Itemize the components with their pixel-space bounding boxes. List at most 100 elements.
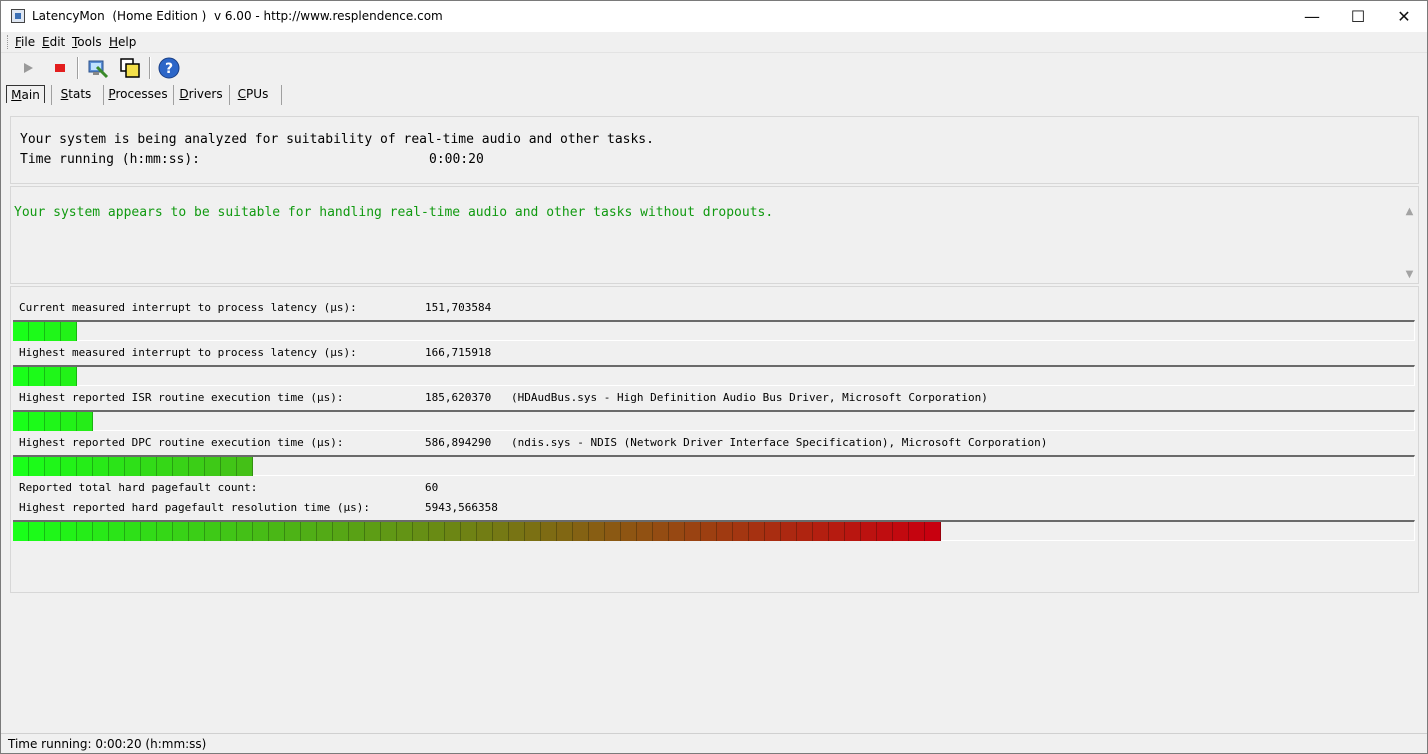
windows-button[interactable]	[117, 56, 143, 80]
bar-segment	[77, 412, 93, 431]
bar-segment	[45, 412, 61, 431]
bar-segment	[749, 522, 765, 541]
metric-bar	[13, 455, 1415, 476]
svg-text:?: ?	[165, 61, 173, 77]
bar-segment	[637, 522, 653, 541]
menu-edit[interactable]: Edit	[42, 35, 65, 49]
tab-separator	[229, 85, 230, 105]
bar-segment	[573, 522, 589, 541]
bar-segment	[109, 457, 125, 476]
bar-segment	[61, 322, 77, 341]
menu-help[interactable]: Help	[109, 35, 136, 49]
tab-processes[interactable]: Processes	[105, 85, 171, 103]
bar-segment	[381, 522, 397, 541]
bar-segment	[61, 522, 77, 541]
tab-strip: Main Stats Processes Drivers CPUs	[1, 83, 1427, 105]
metric-label: Highest reported ISR routine execution t…	[19, 391, 344, 404]
bar-segment	[189, 522, 205, 541]
bar-segment	[77, 457, 93, 476]
toolbar-separator	[149, 57, 151, 79]
menu-tools[interactable]: Tools	[72, 35, 102, 49]
start-button[interactable]	[15, 56, 41, 80]
bar-segment	[589, 522, 605, 541]
bar-segment	[13, 367, 29, 386]
bar-segment	[717, 522, 733, 541]
toolbar: ?	[1, 53, 1427, 83]
time-running-label: Time running (h:mm:ss):	[20, 152, 201, 167]
bar-segment	[909, 522, 925, 541]
bar-segment	[349, 522, 365, 541]
bar-segment	[141, 457, 157, 476]
tab-separator	[173, 85, 174, 105]
tab-main[interactable]: Main	[6, 85, 45, 103]
bar-segment	[701, 522, 717, 541]
bar-segment	[445, 522, 461, 541]
metric-bar	[13, 520, 1415, 541]
bar-segment	[397, 522, 413, 541]
bar-segment	[653, 522, 669, 541]
bar-segment	[221, 457, 237, 476]
menu-bar: File Edit Tools Help	[1, 32, 1427, 53]
menu-grip	[7, 35, 10, 49]
tab-separator	[51, 85, 52, 105]
status-bar: Time running: 0:00:20 (h:mm:ss)	[1, 733, 1427, 754]
title-bar[interactable]: LatencyMon (Home Edition ) v 6.00 - http…	[1, 1, 1427, 32]
scroll-up-icon[interactable]: ▲	[1401, 203, 1418, 220]
toolbar-separator	[77, 57, 79, 79]
bar-segment	[13, 522, 29, 541]
maximize-button[interactable]: ☐	[1335, 1, 1381, 32]
bar-segment	[685, 522, 701, 541]
bar-segment	[141, 522, 157, 541]
tab-separator	[281, 85, 282, 105]
bar-segment	[61, 367, 77, 386]
bar-segment	[77, 522, 93, 541]
metric-driver-info: (ndis.sys - NDIS (Network Driver Interfa…	[511, 436, 1048, 449]
bar-segment	[413, 522, 429, 541]
bar-segment	[109, 522, 125, 541]
bar-segment	[925, 522, 941, 541]
menu-file[interactable]: File	[15, 35, 35, 49]
metric-value: 166,715918	[425, 346, 492, 359]
bar-segment	[29, 522, 45, 541]
tab-cpus[interactable]: CPUs	[231, 85, 275, 103]
stop-button[interactable]	[47, 56, 73, 80]
help-button[interactable]: ?	[156, 56, 182, 80]
bar-segment	[13, 322, 29, 341]
bar-segment	[509, 522, 525, 541]
metric-driver-info: (HDAudBus.sys - High Definition Audio Bu…	[511, 391, 988, 404]
bar-segment	[205, 522, 221, 541]
bar-segment	[173, 522, 189, 541]
bar-segment	[861, 522, 877, 541]
bar-segment	[45, 522, 61, 541]
bar-segment	[461, 522, 477, 541]
verdict-scrollbar[interactable]: ▲ ▼	[1401, 203, 1418, 283]
bar-segment	[45, 367, 61, 386]
metric-value: 151,703584	[425, 301, 492, 314]
metric-label: Current measured interrupt to process la…	[19, 301, 357, 314]
bar-segment	[125, 522, 141, 541]
close-button[interactable]: ✕	[1381, 1, 1427, 32]
metric-label: Highest reported DPC routine execution t…	[19, 436, 344, 449]
play-icon	[24, 63, 33, 73]
bar-segment	[621, 522, 637, 541]
tab-stats[interactable]: Stats	[53, 85, 99, 103]
analyze-button[interactable]	[85, 56, 111, 80]
tab-separator	[103, 85, 104, 105]
metric-bar	[13, 365, 1415, 386]
bar-segment	[269, 522, 285, 541]
scroll-down-icon[interactable]: ▼	[1401, 266, 1418, 283]
bar-segment	[45, 457, 61, 476]
bar-segment	[877, 522, 893, 541]
app-icon[interactable]	[11, 9, 25, 23]
tab-drivers[interactable]: Drivers	[175, 85, 227, 103]
metric-value: 60	[425, 481, 439, 494]
bar-segment	[893, 522, 909, 541]
bar-segment	[173, 457, 189, 476]
bar-segment	[253, 522, 269, 541]
minimize-button[interactable]: —	[1289, 1, 1335, 32]
bar-segment	[365, 522, 381, 541]
metric-value: 586,894290	[425, 436, 492, 449]
bar-segment	[61, 457, 77, 476]
bar-segment	[237, 457, 253, 476]
metric-bar	[13, 410, 1415, 431]
